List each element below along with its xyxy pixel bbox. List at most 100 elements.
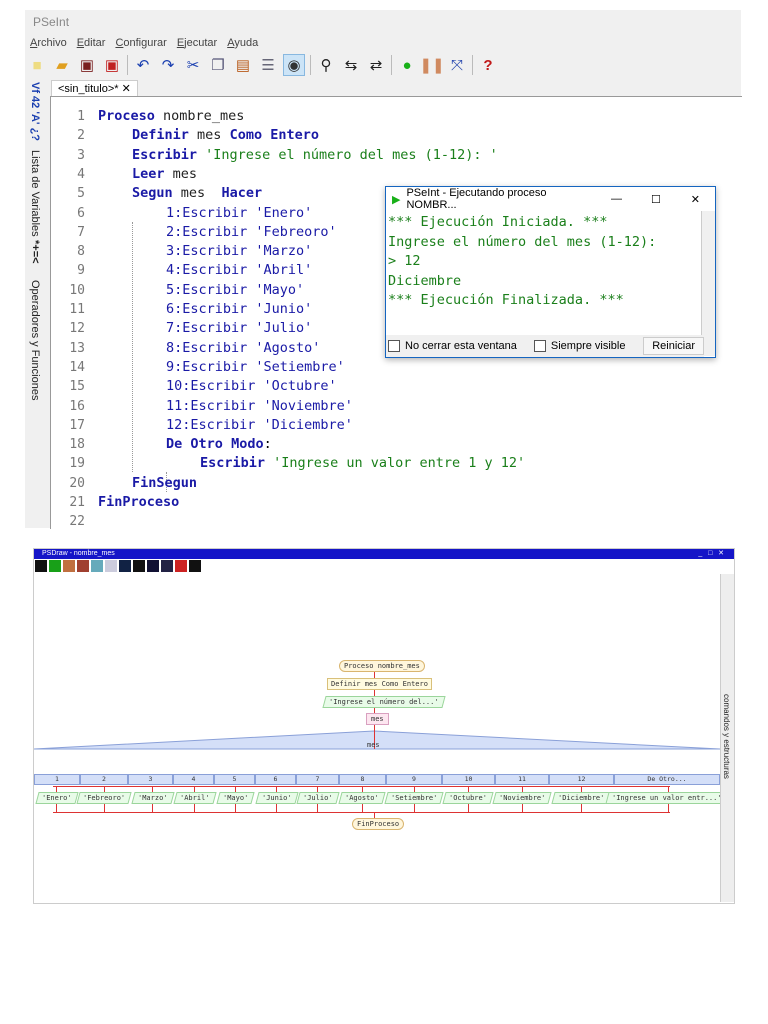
line-number: 20 (69, 475, 85, 491)
tab-sin-titulo[interactable]: <sin_titulo>* ✕ (51, 80, 138, 96)
find-prev-icon[interactable]: ⇆ (341, 55, 361, 75)
start-node[interactable]: Proceso nombre_mes (339, 660, 425, 672)
commands-panel[interactable]: comandos y estructuras (720, 574, 734, 902)
cut-icon[interactable]: ✂ (183, 55, 203, 75)
menu-editar[interactable]: Editar (77, 37, 106, 49)
case-cell[interactable]: 8 (339, 774, 386, 785)
case-cell[interactable]: 2 (80, 774, 128, 785)
siempre-visible-checkbox[interactable] (533, 340, 546, 352)
operators-icon[interactable]: *+=< (29, 240, 41, 264)
close-tab-icon[interactable]: ✕ (122, 83, 131, 95)
flowchart-canvas[interactable]: Proceso nombre_mes Definir mes Como Ente… (34, 574, 728, 902)
color-icon[interactable] (147, 560, 159, 572)
output-node[interactable]: 'Ingrese un valor entr...' (605, 792, 728, 804)
output-node[interactable]: 'Enero' (34, 792, 78, 804)
fit-icon[interactable] (105, 560, 117, 572)
output-node[interactable]: 'Junio' (254, 792, 298, 804)
case-cell[interactable]: 9 (386, 774, 442, 785)
define-node[interactable]: Definir mes Como Entero (327, 678, 432, 690)
line-number: 11 (69, 302, 85, 317)
indent-icon[interactable]: ☰ (258, 55, 278, 75)
step-icon[interactable] (63, 560, 75, 572)
case-cell[interactable]: De Otro... (614, 774, 720, 785)
output-node[interactable]: 'Diciembre' (551, 792, 611, 804)
flowchart-icon[interactable]: ⤧ (447, 55, 467, 75)
zoom-icon[interactable] (91, 560, 103, 572)
console-title: PSeInt - Ejecutando proceso NOMBR... (406, 187, 547, 211)
sub-icon[interactable] (35, 560, 47, 572)
siempre-visible-label: Siempre visible (550, 340, 626, 352)
output-node[interactable]: 'Febreoro' (76, 792, 132, 804)
output-node[interactable]: 'Mayo' (216, 792, 255, 804)
new-file-icon[interactable]: ■ (27, 55, 47, 75)
read-node[interactable]: mes (366, 713, 389, 725)
paste-icon[interactable]: ▤ (233, 55, 253, 75)
end-node[interactable]: FinProceso (352, 818, 405, 830)
case-cell[interactable]: 11 (495, 774, 549, 785)
psdraw-title: PSDraw - nombre_mes (42, 550, 115, 557)
variables-icon[interactable] (133, 560, 145, 572)
watch-icon[interactable]: ◉ (283, 54, 305, 76)
case-cell[interactable]: 3 (128, 774, 173, 785)
output-node[interactable]: 'Abril' (172, 792, 216, 804)
case-cell[interactable]: 10 (442, 774, 495, 785)
connector-line (53, 812, 670, 813)
variables-icon[interactable]: Vf 42 'A' ¿? (29, 82, 41, 141)
menu-ejecutar[interactable]: Ejecutar (177, 37, 217, 49)
run-icon[interactable] (49, 560, 61, 572)
case-cell[interactable]: 7 (296, 774, 339, 785)
output-node[interactable]: 'Setiembre' (384, 792, 444, 804)
no-cerrar-checkbox[interactable] (388, 340, 400, 352)
close-icon[interactable]: ✕ (676, 193, 715, 206)
output-node[interactable]: 'Noviembre' (492, 792, 552, 804)
menu-configurar[interactable]: Configurar (115, 37, 166, 49)
maximize-icon[interactable]: ☐ (636, 193, 675, 206)
write-node[interactable]: 'Ingrese el número del...' (322, 696, 446, 708)
comment-icon[interactable] (119, 560, 131, 572)
line-number: 12 (69, 321, 85, 337)
connector-line (668, 804, 669, 812)
copy-icon[interactable]: ❐ (208, 55, 228, 75)
line-number: 22 (69, 514, 85, 530)
step-icon[interactable]: ❚❚ (419, 55, 444, 75)
save-icon[interactable]: ▣ (77, 55, 97, 75)
menu-ayuda[interactable]: Ayuda (227, 37, 258, 49)
code-line: 1:Escribir 'Enero' (166, 204, 313, 221)
case-cell[interactable]: 1 (34, 774, 80, 785)
save-as-icon[interactable]: ▣ (102, 55, 122, 75)
code-line: FinProceso (98, 494, 180, 510)
output-node[interactable]: 'Agosto' (338, 792, 386, 804)
connector-line (104, 804, 105, 812)
output-node[interactable]: 'Julio' (295, 792, 339, 804)
close-icon[interactable] (189, 560, 201, 572)
output-node-label: 'Diciembre' (557, 794, 605, 802)
run-icon[interactable]: ● (397, 55, 417, 75)
help-icon[interactable] (175, 560, 187, 572)
case-cell[interactable]: 12 (549, 774, 614, 785)
indent-guide (132, 221, 133, 473)
case-cell[interactable]: 6 (255, 774, 296, 785)
menu-archivo[interactable]: Archivo (30, 37, 67, 49)
case-cell[interactable]: 4 (173, 774, 214, 785)
minimize-icon[interactable]: — (597, 193, 636, 205)
write-node-label: 'Ingrese el número del...' (329, 698, 439, 706)
output-node[interactable]: 'Marzo' (130, 792, 174, 804)
case-cell[interactable]: 5 (214, 774, 255, 785)
search-icon[interactable]: ⚲ (316, 55, 336, 75)
output-node-label: 'Marzo' (137, 794, 168, 802)
find-next-icon[interactable]: ⇄ (366, 55, 386, 75)
tab-operadores-y-funciones[interactable]: Operadores y Funciones (29, 280, 41, 400)
redo-icon[interactable]: ↷ (158, 55, 178, 75)
window-controls-icon[interactable]: _ □ ✕ (698, 549, 724, 559)
output-node[interactable]: 'Octubre' (442, 792, 494, 804)
reiniciar-button[interactable]: Reiniciar (643, 337, 704, 355)
tab-lista-de-variables[interactable]: Lista de Variables (29, 150, 41, 237)
line-number: 18 (69, 437, 85, 453)
connector-line (581, 804, 582, 812)
help-icon[interactable]: ? (478, 55, 498, 75)
undo-icon[interactable]: ↶ (133, 55, 153, 75)
save-icon[interactable] (77, 560, 89, 572)
output-node-label: 'Mayo' (222, 794, 249, 802)
shape-icon[interactable] (161, 560, 173, 572)
open-folder-icon[interactable]: ▰ (52, 55, 72, 75)
